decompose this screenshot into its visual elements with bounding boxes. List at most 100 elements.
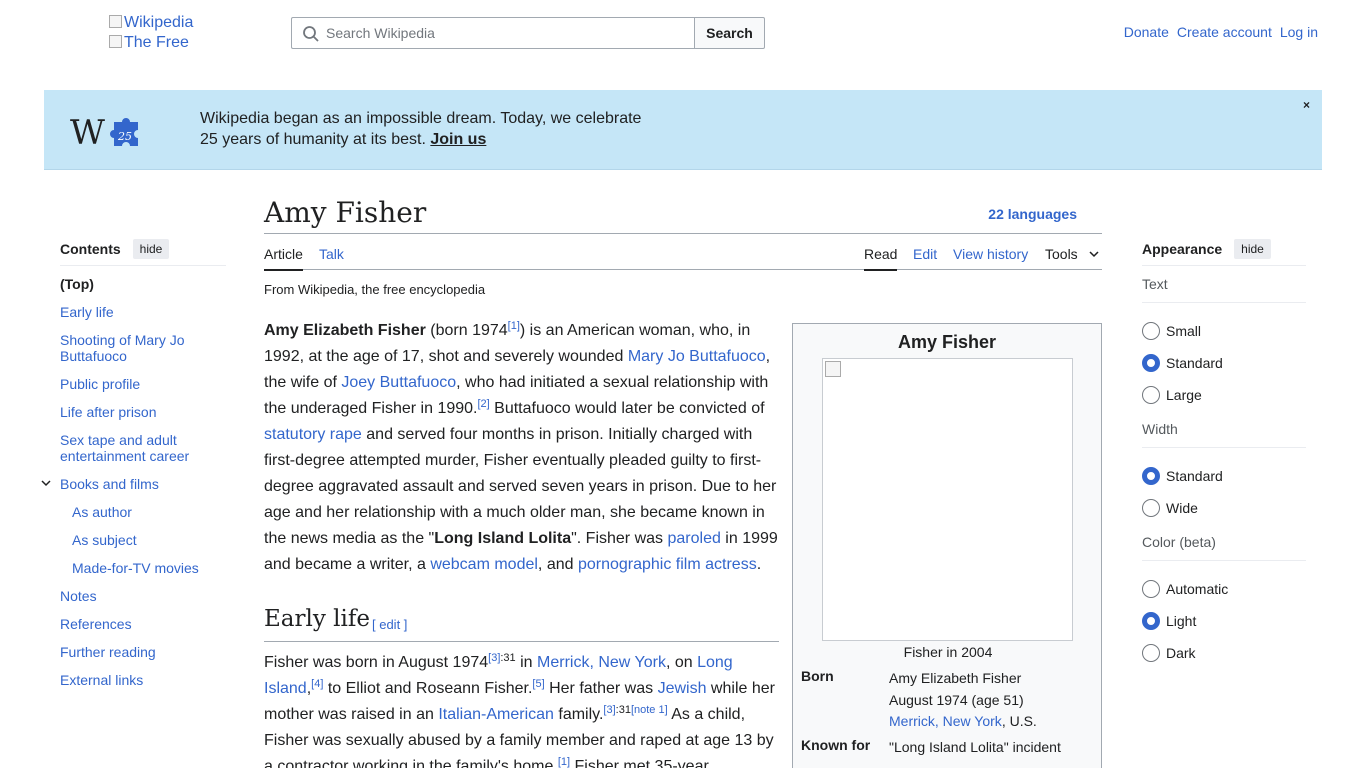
radio-text-large[interactable]: Large	[1142, 379, 1306, 411]
languages-button[interactable]: 22 languages	[988, 206, 1077, 222]
title-row: Amy Fisher 22 languages	[264, 190, 1102, 234]
wikipedia-logo[interactable]: Wikipedia The Free	[109, 13, 219, 53]
group-label: Color (beta)	[1142, 534, 1306, 561]
user-links: Donate Create account Log in	[1124, 24, 1318, 40]
table-of-contents: Contents hide (Top) Early life Shooting …	[41, 238, 226, 700]
infobox-value: Amy Elizabeth Fisher August 1974 (age 51…	[889, 670, 1037, 729]
infobox-image[interactable]	[822, 358, 1073, 641]
toc-item-top[interactable]: (Top)	[60, 276, 226, 292]
article-link[interactable]: statutory rape	[264, 426, 362, 443]
tab-talk[interactable]: Talk	[319, 246, 344, 262]
infobox-label: Known for	[801, 737, 871, 753]
log-in-link[interactable]: Log in	[1280, 24, 1318, 40]
toc-item-made-for-tv[interactable]: Made-for-TV movies	[60, 560, 226, 576]
logo-alt-text-2: The Free	[124, 34, 189, 51]
article-link[interactable]: Mary Jo Buttafuoco	[628, 348, 766, 365]
toc-item-public-profile[interactable]: Public profile	[60, 376, 226, 392]
page-tabs: Article Talk Read Edit View history Tool…	[264, 234, 1102, 271]
birthplace-link[interactable]: Merrick, New York	[889, 713, 1002, 729]
early-life-paragraph: Fisher was born in August 1974[3]:31 in …	[264, 652, 775, 768]
tab-edit[interactable]: Edit	[913, 246, 937, 262]
donate-link[interactable]: Donate	[1124, 24, 1169, 40]
article-link[interactable]: Jewish	[658, 680, 707, 697]
logo-alt-text: Wikipedia	[124, 14, 194, 31]
toc-item-further-reading[interactable]: Further reading	[60, 644, 226, 660]
reference-link[interactable]: [1]	[508, 320, 520, 332]
color-group: Color (beta) Automatic Light Dark	[1142, 534, 1306, 669]
tagline: From Wikipedia, the free encyclopedia	[264, 282, 486, 297]
toc-item-sex-tape[interactable]: Sex tape and adult entertainment career	[60, 432, 226, 464]
intro-paragraph: Amy Elizabeth Fisher (born 1974[1]) is a…	[264, 320, 778, 574]
radio-button[interactable]	[1142, 322, 1160, 340]
close-icon[interactable]: ×	[1303, 98, 1310, 112]
wikipedia-25-logo: W 25	[70, 108, 150, 153]
article-link[interactable]: pornographic film actress	[578, 556, 757, 573]
radio-button[interactable]	[1142, 612, 1160, 630]
nickname: Long Island Lolita	[434, 530, 572, 547]
toc-item-as-subject[interactable]: As subject	[60, 532, 226, 548]
infobox-label: Born	[801, 668, 834, 684]
join-us-link[interactable]: Join us	[430, 131, 486, 148]
tab-tools[interactable]: Tools	[1045, 246, 1100, 262]
toc-item-books-and-films[interactable]: Books and films	[41, 476, 226, 492]
article-link[interactable]: webcam model	[430, 556, 538, 573]
reference-link[interactable]: [5]	[532, 678, 544, 690]
note-link[interactable]: [note 1]	[631, 704, 668, 716]
appearance-hide-button[interactable]: hide	[1234, 238, 1271, 259]
toc-item-references[interactable]: References	[60, 616, 226, 632]
radio-button[interactable]	[1142, 386, 1160, 404]
tab-article[interactable]: Article	[264, 246, 303, 271]
broken-image-icon	[109, 15, 122, 28]
reference-link[interactable]: [3]	[488, 652, 500, 664]
radio-button[interactable]	[1142, 644, 1160, 662]
radio-width-wide[interactable]: Wide	[1142, 492, 1306, 524]
article-link[interactable]: paroled	[667, 530, 720, 547]
section-edit-link[interactable]: [ edit ]	[372, 617, 407, 632]
banner-line-2: 25 years of humanity at its best.	[200, 131, 426, 148]
article-link[interactable]: Italian-American	[438, 706, 554, 723]
reference-link[interactable]: [2]	[477, 398, 489, 410]
reference-link[interactable]: [4]	[311, 678, 323, 690]
tab-view-history[interactable]: View history	[953, 246, 1028, 262]
radio-button[interactable]	[1142, 354, 1160, 372]
search-input[interactable]	[326, 18, 686, 48]
appearance-title: Appearance	[1142, 240, 1223, 257]
chevron-down-icon[interactable]	[40, 476, 52, 492]
infobox-value: "Long Island Lolita" incident	[889, 739, 1061, 755]
radio-button[interactable]	[1142, 467, 1160, 485]
infobox-caption: Fisher in 2004	[903, 644, 993, 660]
create-account-link[interactable]: Create account	[1177, 24, 1272, 40]
chevron-down-icon	[1089, 251, 1099, 258]
article-link[interactable]: Merrick, New York	[537, 654, 666, 671]
section-heading-early-life: Early life [ edit ]	[264, 606, 779, 642]
banner-text: Wikipedia began as an impossible dream. …	[200, 108, 641, 150]
radio-text-standard[interactable]: Standard	[1142, 347, 1306, 379]
radio-color-automatic[interactable]: Automatic	[1142, 573, 1306, 605]
article-link[interactable]: Joey Buttafuoco	[341, 374, 456, 391]
infobox-title: Amy Fisher	[897, 332, 997, 352]
search-button[interactable]: Search	[694, 17, 765, 49]
search-icon	[302, 25, 320, 46]
toc-title: Contents	[60, 240, 121, 257]
group-label: Text	[1142, 276, 1306, 303]
toc-item-life-after-prison[interactable]: Life after prison	[60, 404, 226, 420]
radio-color-dark[interactable]: Dark	[1142, 637, 1306, 669]
appearance-header: Appearance hide	[1142, 238, 1306, 266]
toc-item-early-life[interactable]: Early life	[60, 304, 226, 320]
toc-item-notes[interactable]: Notes	[60, 588, 226, 604]
reference-link[interactable]: [1]	[558, 756, 570, 768]
toc-item-as-author[interactable]: As author	[60, 504, 226, 520]
radio-text-small[interactable]: Small	[1142, 315, 1306, 347]
radio-button[interactable]	[1142, 580, 1160, 598]
toc-item-shooting[interactable]: Shooting of Mary Jo Buttafuoco	[60, 332, 226, 364]
subject-name: Amy Elizabeth Fisher	[264, 322, 426, 339]
reference-link[interactable]: [3]	[603, 704, 615, 716]
toc-item-external-links[interactable]: External links	[60, 672, 226, 688]
page-title: Amy Fisher	[264, 196, 427, 229]
tab-read[interactable]: Read	[864, 246, 898, 271]
tools-label: Tools	[1045, 246, 1078, 262]
radio-width-standard[interactable]: Standard	[1142, 460, 1306, 492]
toc-hide-button[interactable]: hide	[132, 238, 170, 259]
radio-button[interactable]	[1142, 499, 1160, 517]
radio-color-light[interactable]: Light	[1142, 605, 1306, 637]
